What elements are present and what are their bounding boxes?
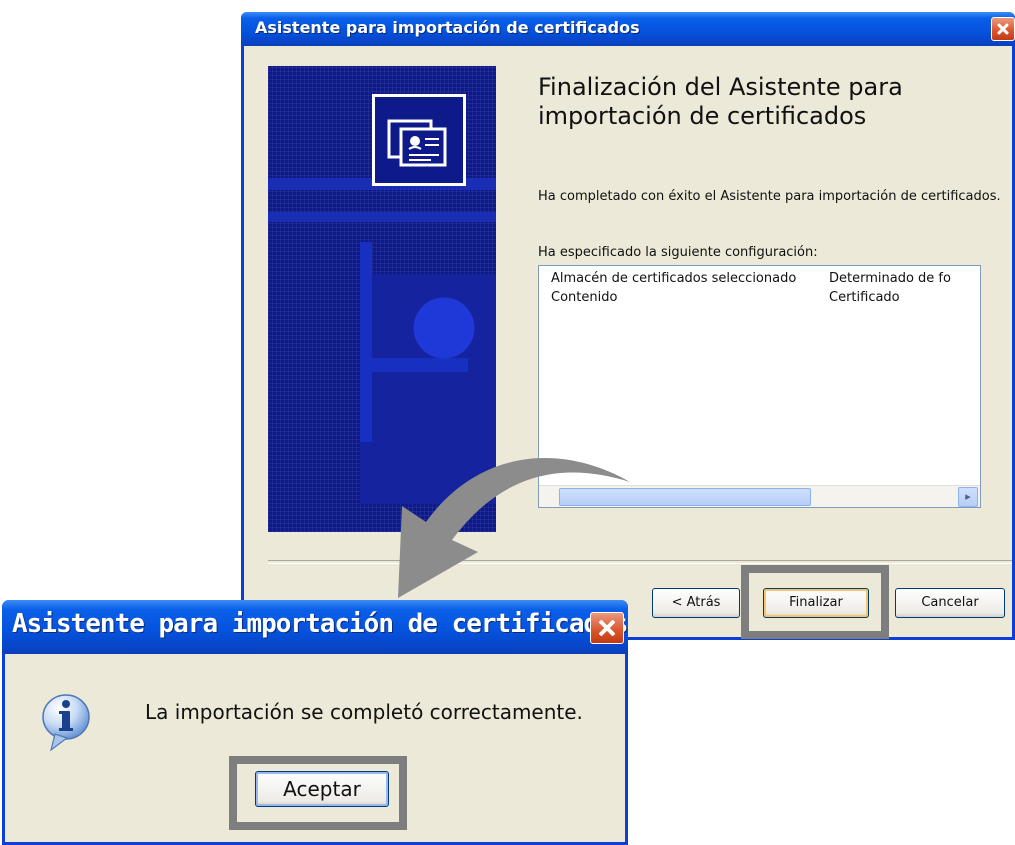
dialog-close-button[interactable] xyxy=(590,612,624,644)
wizard-title: Asistente para importación de certificad… xyxy=(255,18,640,37)
dialog-titlebar[interactable]: Asistente para importación de certificad… xyxy=(2,600,628,654)
summary-value: Determinado de fo xyxy=(829,271,951,286)
finish-highlight-box xyxy=(741,565,889,639)
summary-row: Contenido Certificado xyxy=(539,290,980,309)
certificate-icon xyxy=(372,94,466,186)
configuration-label: Ha especificado la siguiente configuraci… xyxy=(538,245,818,260)
summary-row: Almacén de certificados seleccionado Det… xyxy=(539,271,980,290)
dialog-title: Asistente para importación de certificad… xyxy=(12,609,628,639)
back-button[interactable]: < Atrás xyxy=(652,588,740,618)
wizard-intro-text: Ha completado con éxito el Asistente par… xyxy=(538,189,1001,204)
summary-setting: Almacén de certificados seleccionado xyxy=(551,271,797,286)
cancel-button[interactable]: Cancelar xyxy=(895,588,1005,618)
ok-highlight-box xyxy=(229,756,407,830)
summary-setting: Contenido xyxy=(551,290,618,305)
info-icon xyxy=(42,694,90,752)
wizard-titlebar[interactable]: Asistente para importación de certificad… xyxy=(241,12,1015,46)
scroll-right-icon[interactable]: ▸ xyxy=(958,487,978,507)
summary-value: Certificado xyxy=(829,290,900,305)
wizard-close-button[interactable] xyxy=(991,17,1015,41)
dialog-message: La importación se completó correctamente… xyxy=(145,700,583,724)
wizard-heading: Finalización del Asistente para importac… xyxy=(538,73,903,130)
